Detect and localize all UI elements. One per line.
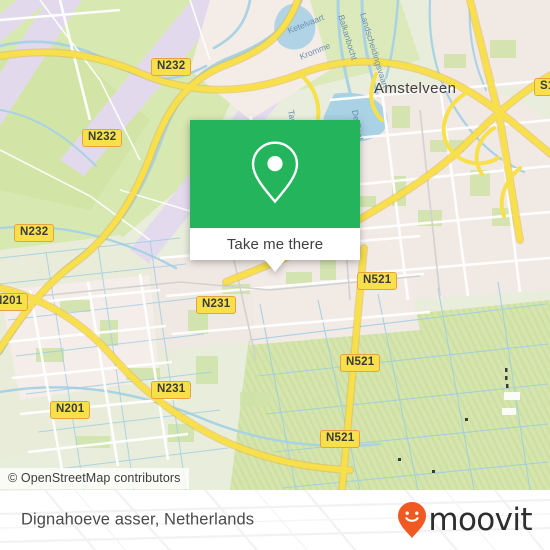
road-shield-n521: N521 [320, 430, 361, 448]
road-shield-n201: N201 [0, 293, 29, 311]
osm-attribution[interactable]: © OpenStreetMap contributors [0, 468, 189, 489]
take-me-there-label: Take me there [226, 235, 324, 253]
road-shield-s1: S1 [534, 78, 550, 96]
footer-bar: Dignahoeve asser, Netherlands moovit [0, 490, 550, 550]
road-shield-n521: N521 [340, 354, 381, 372]
moovit-wordmark: moovit [428, 502, 532, 538]
map-viewport[interactable]: Amstelveen Ketelvaart Kromme Balkanbocht… [0, 0, 550, 490]
road-shield-n232: N232 [14, 224, 55, 242]
location-popup-card[interactable]: Take me there [190, 120, 360, 272]
page-title: Dignahoeve asser, Netherlands [21, 510, 255, 529]
road-shield-n231: N231 [196, 296, 237, 314]
moovit-smiley-pin-icon [398, 502, 427, 538]
road-shield-n521: N521 [357, 272, 398, 290]
road-shield-n201: N201 [50, 401, 91, 419]
road-shield-n231: N231 [151, 381, 192, 399]
take-me-there-button[interactable]: Take me there [190, 228, 360, 260]
popup-pointer-tail [265, 260, 285, 272]
map-pin-icon [251, 141, 299, 204]
road-shield-n232: N232 [151, 58, 192, 76]
moovit-logo[interactable]: moovit [397, 501, 533, 539]
popup-image-area [190, 120, 360, 228]
road-shield-n232: N232 [82, 129, 123, 147]
